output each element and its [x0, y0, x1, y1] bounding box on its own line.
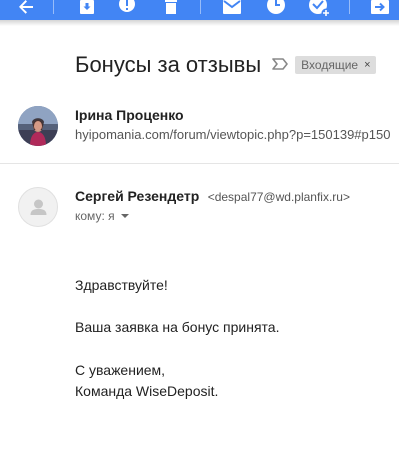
remove-label-button[interactable]: × [364, 59, 370, 71]
recipient-label: кому: я [75, 209, 115, 223]
report-spam-icon[interactable] [118, 0, 136, 20]
avatar [18, 106, 58, 146]
body-greeting: Здравствуйте! [75, 277, 168, 293]
body-signoff: С уважением, [75, 362, 166, 378]
sender-line: Сергей Резендетр <despal77@wd.planfix.ru… [75, 188, 350, 206]
move-to-icon[interactable] [370, 0, 390, 20]
delete-icon[interactable] [162, 0, 180, 20]
toolbar [0, 0, 399, 20]
mark-unread-icon[interactable] [222, 0, 242, 20]
sender-name[interactable]: Сергей Резендетр [75, 188, 199, 204]
add-to-tasks-icon[interactable] [308, 0, 332, 20]
avatar [18, 187, 58, 227]
body-line: Ваша заявка на бонус принята. [75, 319, 280, 335]
recipient-details[interactable]: кому: я [75, 209, 129, 223]
important-marker-icon[interactable] [272, 57, 288, 75]
snooze-icon[interactable] [266, 0, 286, 20]
archive-icon[interactable] [78, 0, 96, 20]
sender-name[interactable]: Ірина Проценко [75, 107, 184, 123]
inbox-label: Входящие × [295, 56, 376, 74]
subject-row: Бонусы за отзывы Входящие × [75, 52, 376, 78]
inbox-label-text: Входящие [301, 58, 359, 72]
toolbar-shadow [0, 20, 399, 26]
back-arrow-icon[interactable] [14, 0, 38, 20]
sender-email[interactable]: <despal77@wd.planfix.ru> [208, 190, 350, 204]
message-divider [0, 163, 399, 164]
email-subject: Бонусы за отзывы [75, 52, 262, 77]
body-signature: Команда WiseDeposit. [75, 383, 219, 399]
chevron-down-icon[interactable] [120, 214, 129, 218]
message-snippet[interactable]: hyipomania.com/forum/viewtopic.php?p=150… [75, 127, 390, 142]
